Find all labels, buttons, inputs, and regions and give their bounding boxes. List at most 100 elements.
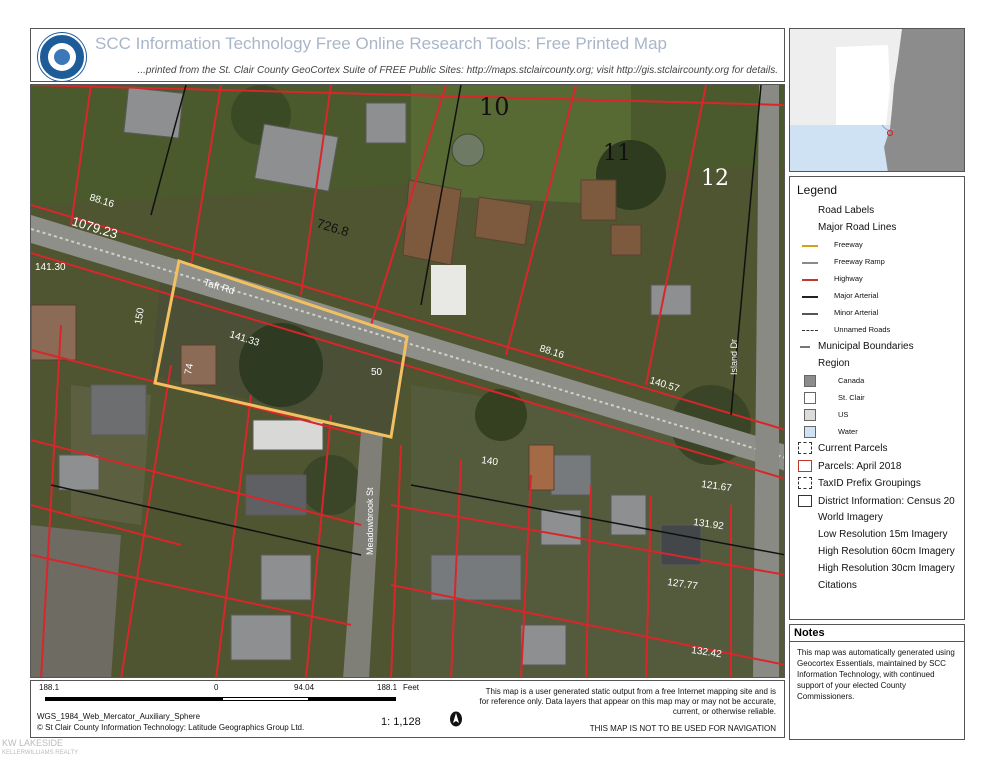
legend-item-label: High Resolution 30cm Imagery: [818, 563, 955, 574]
disclaimer-text: This map is a user generated static outp…: [479, 687, 776, 716]
legend-item: Major Road Lines: [798, 221, 896, 235]
lot-number-12: 12: [701, 166, 729, 191]
legend-item: Canada: [800, 374, 864, 388]
legend-symbol-icon: [798, 528, 812, 540]
lot-number-11: 11: [603, 141, 631, 166]
watermark-line1: KW LAKESIDE: [2, 738, 64, 748]
legend-symbol-icon: [804, 392, 816, 405]
legend-item: Citations: [798, 579, 857, 593]
legend-symbol-icon: [798, 495, 812, 508]
legend-item: Unnamed Roads: [800, 323, 890, 337]
legend-symbol-icon: [798, 204, 812, 216]
notes-body: This map was automatically generated usi…: [797, 648, 955, 701]
credit-text: © St Clair County Information Technology…: [37, 723, 305, 732]
dimension-label: 50: [371, 367, 383, 378]
legend-symbol-icon: [798, 579, 812, 591]
legend-symbol-icon: [800, 324, 820, 336]
legend-symbol-icon: [804, 426, 816, 439]
projection-text: WGS_1984_Web_Mercator_Auxiliary_Sphere: [37, 712, 201, 721]
road-label-island: Island Dr: [729, 339, 739, 375]
legend-symbol-icon: [804, 409, 816, 422]
legend-symbol-icon: [798, 340, 812, 352]
legend-item-label: Freeway Ramp: [834, 257, 885, 266]
aerial-map[interactable]: 10 11 12 Taft Rd Meadowbrook St Island D…: [30, 84, 785, 678]
scale-bar: [45, 697, 431, 701]
legend-symbol-icon: [798, 442, 812, 455]
legend-item-label: Water: [838, 427, 858, 436]
legend-symbol-icon: [800, 273, 820, 285]
county-seal-logo: [38, 33, 86, 81]
notes-title: Notes: [790, 625, 964, 642]
legend-symbol-icon: [798, 357, 812, 369]
legend-item-label: Road Labels: [818, 205, 875, 216]
legend-item: Current Parcels: [798, 442, 887, 456]
legend-item: Road Labels: [798, 204, 874, 218]
legend-item: District Information: Census 20: [798, 495, 955, 509]
legend-item-label: Municipal Boundaries: [818, 341, 914, 352]
navigation-warning: THIS MAP IS NOT TO BE USED FOR NAVIGATIO…: [589, 724, 776, 733]
realty-watermark-logo: KW LAKESIDE KELLERWILLIAMS REALTY: [2, 738, 78, 758]
legend-symbol-icon: [804, 375, 816, 388]
legend-item: Minor Arterial: [800, 306, 878, 320]
legend-symbol-icon: [798, 511, 812, 523]
legend-item-label: Major Arterial: [834, 291, 879, 300]
legend-item: High Resolution 30cm Imagery: [798, 562, 955, 576]
legend-item: St. Clair: [800, 391, 865, 405]
map-subtitle: ...printed from the St. Clair County Geo…: [137, 65, 778, 76]
legend-item-label: US: [838, 410, 849, 419]
legend-item-label: St. Clair: [838, 393, 865, 402]
legend-item-label: Region: [818, 358, 850, 369]
legend-symbol-icon: [798, 545, 812, 557]
map-footer: 188.1 0 94.04 188.1 Feet WGS_1984_Web_Me…: [30, 680, 785, 738]
legend-item-label: Low Resolution 15m Imagery: [818, 529, 948, 540]
watermark-line2: KELLERWILLIAMS REALTY: [2, 750, 79, 756]
scale-label-mid: 94.04: [294, 683, 315, 692]
scale-unit: Feet: [403, 683, 420, 692]
legend-item: World Imagery: [798, 511, 883, 525]
legend-symbol-icon: [798, 460, 812, 473]
dimension-label: 141.30: [35, 262, 66, 273]
map-title: SCC Information Technology Free Online R…: [95, 34, 667, 53]
legend-item-label: District Information: Census 20: [818, 496, 955, 507]
legend-symbol-icon: [798, 562, 812, 574]
scale-ratio: 1: 1,128: [381, 716, 421, 728]
legend-item: TaxID Prefix Groupings: [798, 477, 921, 491]
scale-label-right: 188.1: [377, 683, 398, 692]
legend-item-label: Canada: [838, 376, 865, 385]
legend-panel: Legend Road Labels Major Road Lines Freewa…: [789, 176, 965, 620]
legend-title: Legend: [797, 183, 838, 197]
legend-item-label: Major Road Lines: [818, 222, 897, 233]
notes-panel: Notes This map was automatically generat…: [789, 624, 965, 740]
scale-label-zero: 0: [214, 683, 219, 692]
legend-item: Freeway Ramp: [800, 255, 885, 269]
legend-item-label: World Imagery: [818, 512, 883, 523]
legend-symbol-icon: [800, 256, 820, 268]
north-arrow-icon: [450, 711, 462, 727]
legend-item: Parcels: April 2018: [798, 460, 901, 474]
legend-item-label: Unnamed Roads: [834, 325, 891, 334]
road-label-meadowbrook: Meadowbrook St: [365, 487, 375, 555]
legend-item-label: Parcels: April 2018: [818, 461, 902, 472]
legend-item-label: Citations: [818, 580, 857, 591]
legend-item: Major Arterial: [800, 289, 878, 303]
legend-symbol-icon: [800, 307, 820, 319]
legend-item: US: [800, 408, 848, 422]
legend-symbol-icon: [800, 290, 820, 302]
legend-symbol-icon: [800, 239, 820, 251]
legend-item-label: Minor Arterial: [834, 308, 879, 317]
overview-map: [789, 28, 965, 172]
legend-item: Highway: [800, 272, 863, 286]
legend-item: Region: [798, 357, 850, 371]
legend-item: Municipal Boundaries: [798, 340, 914, 354]
legend-item-label: TaxID Prefix Groupings: [818, 478, 921, 489]
legend-symbol-icon: [798, 221, 812, 233]
scale-label-left: 188.1: [39, 683, 60, 692]
legend-item: Water: [800, 425, 858, 439]
legend-item-label: High Resolution 60cm Imagery: [818, 546, 955, 557]
legend-item: High Resolution 60cm Imagery: [798, 545, 955, 559]
lot-number-10: 10: [479, 93, 510, 121]
legend-symbol-icon: [798, 477, 812, 490]
legend-item-label: Freeway: [834, 240, 863, 249]
legend-item: Low Resolution 15m Imagery: [798, 528, 948, 542]
legend-item: Freeway: [800, 238, 863, 252]
